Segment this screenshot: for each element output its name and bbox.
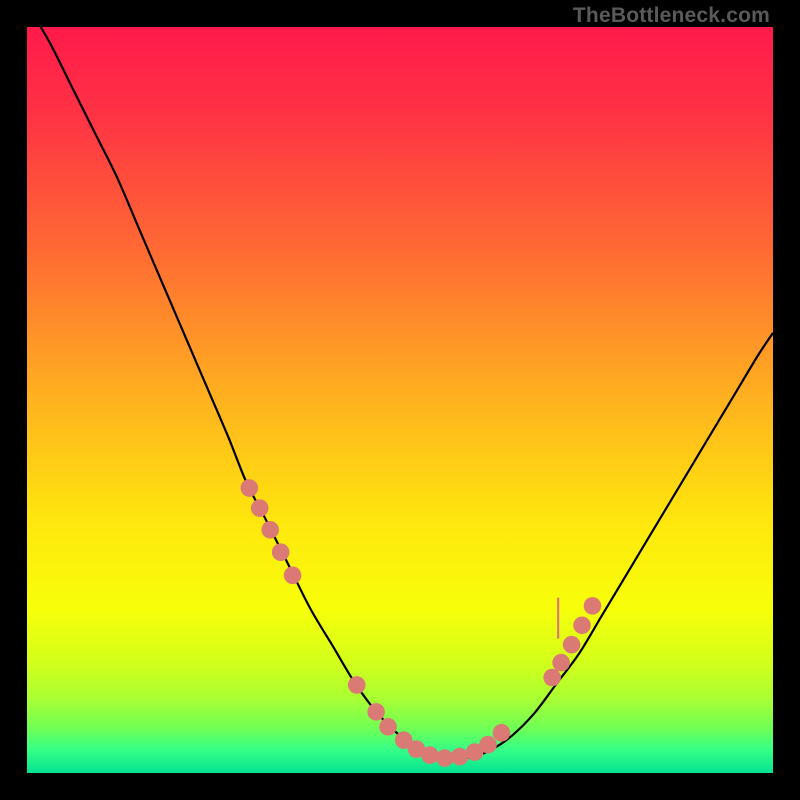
marker-dot [552, 654, 570, 672]
watermark-label: TheBottleneck.com [573, 4, 770, 28]
bottleneck-curve [27, 27, 773, 759]
marker-dot [573, 616, 591, 634]
marker-dot [451, 748, 469, 766]
marker-dot [241, 479, 259, 497]
highlight-markers [241, 479, 602, 767]
plot-area [27, 27, 773, 773]
marker-dot [251, 499, 269, 517]
marker-dot [421, 746, 439, 764]
marker-dot [479, 736, 497, 754]
marker-dot [284, 567, 302, 585]
chart-svg [27, 27, 773, 773]
marker-dot [261, 521, 279, 539]
marker-dot [379, 718, 397, 736]
marker-dot [272, 543, 290, 561]
marker-dot [543, 669, 561, 687]
marker-dot [367, 703, 385, 721]
marker-dot [563, 636, 581, 654]
marker-dot [584, 597, 602, 615]
marker-dot [436, 749, 454, 767]
marker-dot [493, 724, 511, 742]
chart-frame: TheBottleneck.com [0, 0, 800, 800]
marker-dot [348, 676, 366, 694]
